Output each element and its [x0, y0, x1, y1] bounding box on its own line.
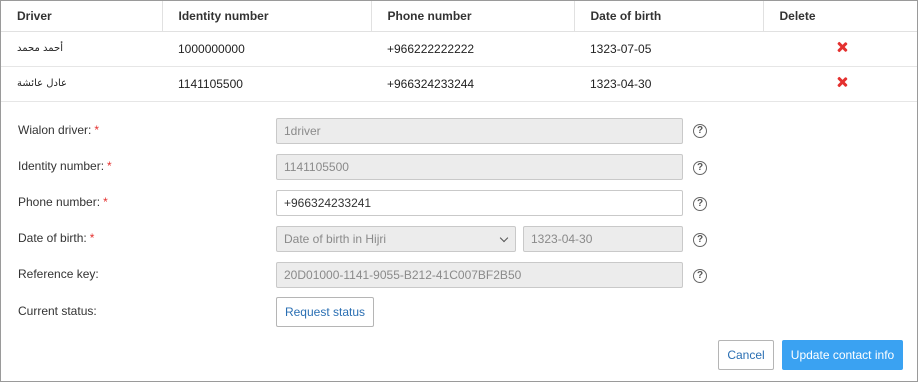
column-header-date-of-birth[interactable]: Date of birth [574, 1, 764, 32]
column-header-phone-number[interactable]: Phone number [371, 1, 575, 32]
column-header-identity-number[interactable]: Identity number [162, 1, 372, 32]
identity-number-label-text: Identity number: [18, 159, 105, 173]
help-icon[interactable]: ? [693, 124, 707, 138]
update-contact-info-button[interactable]: Update contact info [782, 340, 903, 370]
help-icon[interactable]: ? [693, 161, 707, 175]
cancel-button[interactable]: Cancel [718, 340, 774, 370]
required-mark: * [103, 195, 108, 209]
dialog-panel: Driver Identity number Phone number Date… [0, 0, 918, 382]
drivers-table: Driver Identity number Phone number Date… [1, 1, 917, 102]
close-icon[interactable] [835, 40, 849, 54]
phone-number-field[interactable] [276, 190, 683, 216]
close-icon[interactable] [835, 75, 849, 89]
identity-number-label: Identity number: * [18, 159, 112, 173]
request-status-button[interactable]: Request status [276, 297, 374, 327]
date-of-birth-field[interactable] [523, 226, 683, 252]
date-of-birth-label: Date of birth: * [18, 231, 94, 245]
help-icon[interactable]: ? [693, 197, 707, 211]
cell-identity-number: 1141105500 [162, 66, 371, 102]
cell-delete [763, 66, 917, 102]
calendar-type-value: Date of birth in Hijri [284, 232, 387, 246]
column-header-driver[interactable]: Driver [1, 1, 163, 32]
help-icon[interactable]: ? [693, 233, 707, 247]
date-of-birth-label-text: Date of birth: [18, 231, 87, 245]
current-status-label: Current status: [18, 304, 97, 318]
chevron-down-icon [499, 233, 509, 243]
wialon-driver-field[interactable] [276, 118, 683, 144]
phone-number-label: Phone number: * [18, 195, 108, 209]
phone-number-label-text: Phone number: [18, 195, 101, 209]
cell-driver: عادل عائشة [1, 66, 162, 102]
table-row[interactable]: عادل عائشة 1141105500 +966324233244 1323… [1, 66, 917, 102]
cell-identity-number: 1000000000 [162, 31, 371, 67]
required-mark: * [89, 231, 95, 245]
help-icon[interactable]: ? [693, 269, 707, 283]
wialon-driver-label-text: Wialon driver: [18, 123, 92, 137]
cell-date-of-birth: 1323-04-30 [574, 66, 763, 102]
cell-phone-number: +966324233244 [371, 66, 574, 102]
cell-phone-number: +966222222222 [371, 31, 574, 67]
cell-delete [763, 31, 917, 67]
table-header-row: Driver Identity number Phone number Date… [1, 1, 917, 32]
reference-key-label: Reference key: [18, 267, 99, 281]
cell-date-of-birth: 1323-07-05 [574, 31, 763, 67]
column-header-delete: Delete [763, 1, 917, 32]
reference-key-field[interactable] [276, 262, 683, 288]
cell-driver: أحمد محمد [1, 31, 162, 67]
table-row[interactable]: أحمد محمد 1000000000 +966222222222 1323-… [1, 31, 917, 67]
required-mark: * [107, 159, 112, 173]
calendar-type-select[interactable]: Date of birth in Hijri [276, 226, 516, 252]
wialon-driver-label: Wialon driver: * [18, 123, 99, 137]
required-mark: * [94, 123, 100, 137]
identity-number-field[interactable] [276, 154, 683, 180]
